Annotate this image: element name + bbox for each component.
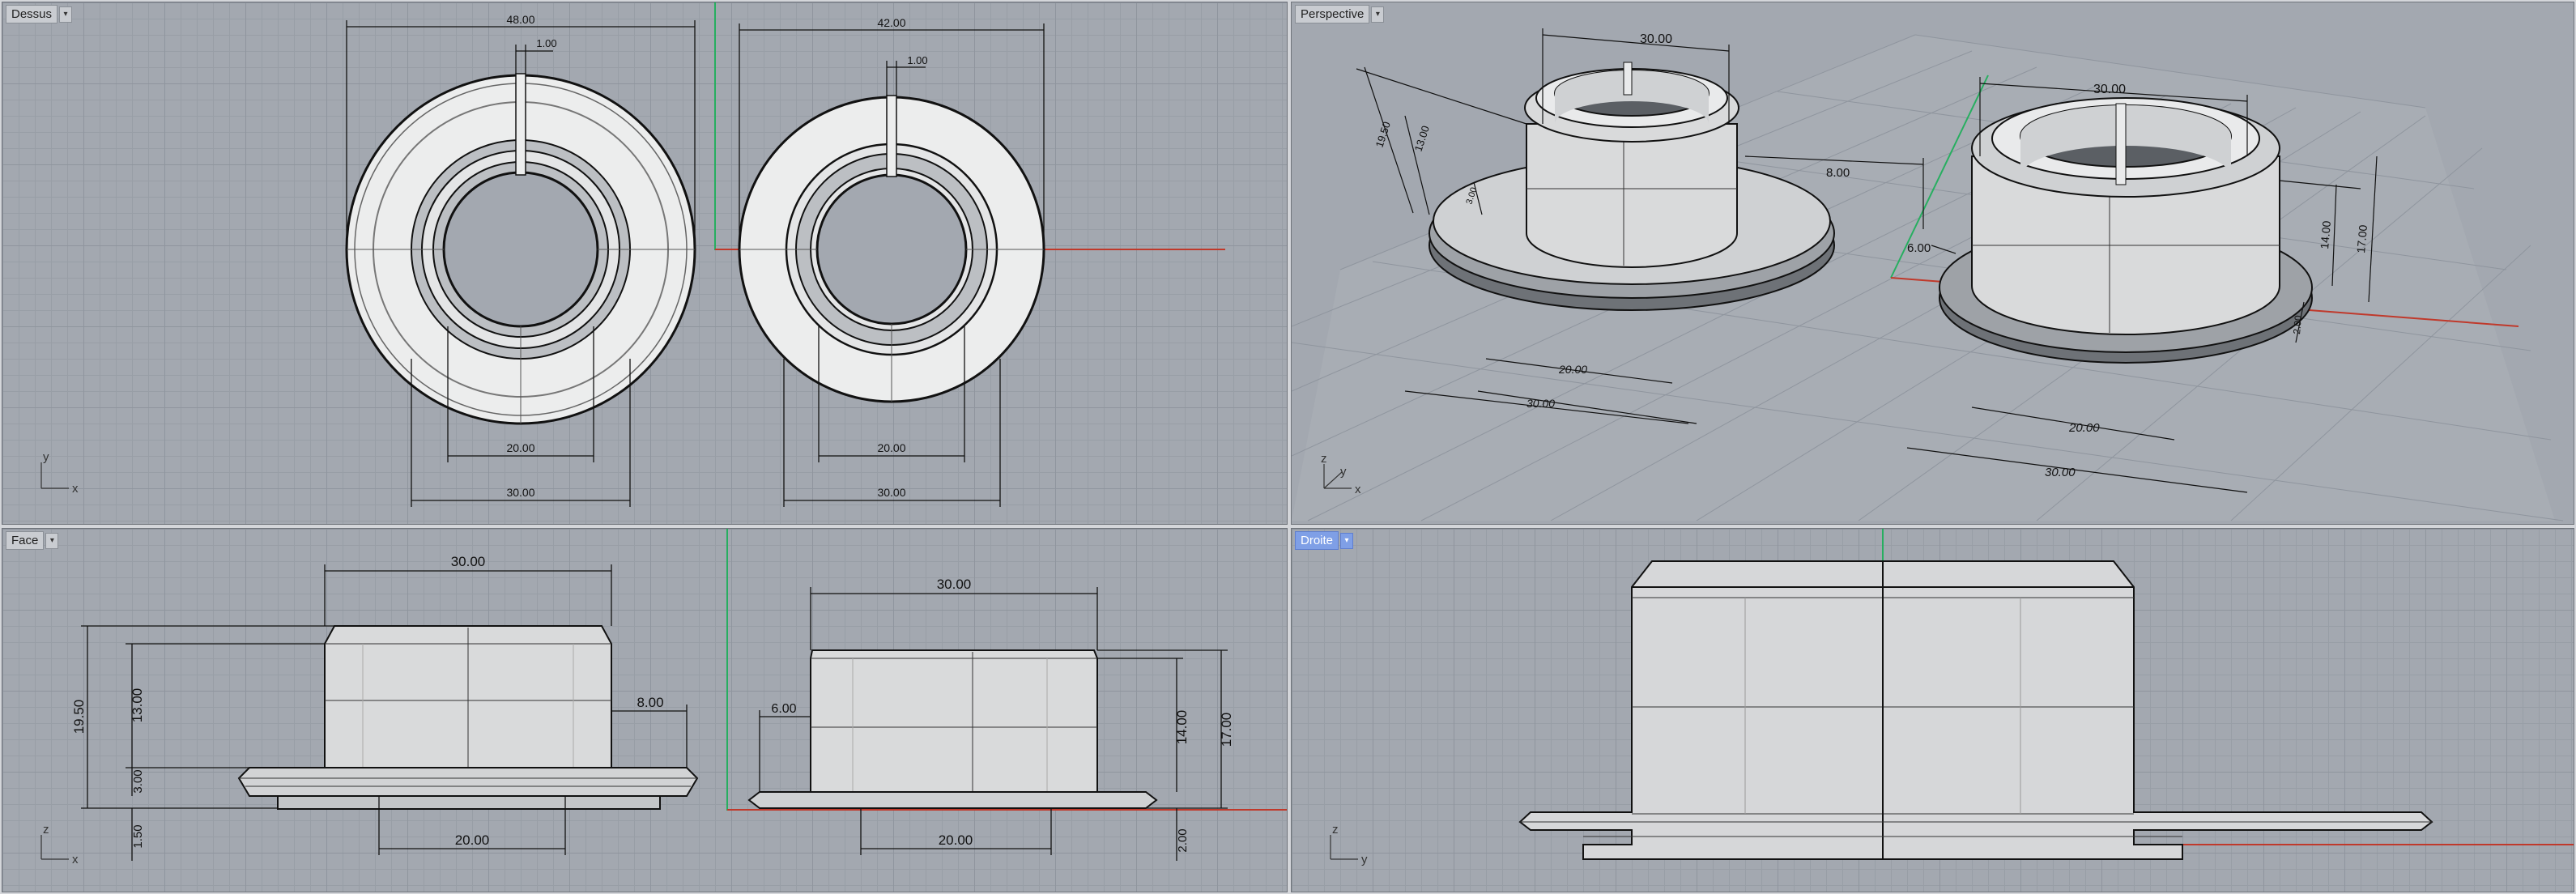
svg-text:y: y <box>43 450 49 464</box>
viewport-menu-arrow-icon[interactable]: ▾ <box>1371 6 1385 23</box>
fdim-h2-b: 17.00 <box>1219 713 1234 747</box>
pdim-top-b: 30.00 <box>2093 83 2126 96</box>
right-view-scene: z y <box>1330 529 2574 866</box>
svg-text:x: x <box>72 482 79 496</box>
fdim-h3-b: 2.00 <box>1176 828 1190 852</box>
viewport-perspective-title[interactable]: Perspective ▾ <box>1295 5 1385 23</box>
perspective-scene: 30.00 19.50 13.00 3.00 8.00 20.00 30.00 … <box>1292 28 2564 522</box>
viewport-top[interactable]: Dessus ▾ 48.00 1.00 42.00 1.00 20.00 30.… <box>2 2 1288 525</box>
viewport-menu-arrow-icon[interactable]: ▾ <box>45 532 59 549</box>
viewport-right[interactable]: Droite ▾ z y <box>1291 528 2574 892</box>
axis-gizmo: y x <box>40 450 79 496</box>
part-b-perspective[interactable] <box>1939 97 2313 364</box>
axis-gizmo: z y <box>1330 823 1368 866</box>
combined-parts-right[interactable] <box>1518 560 2433 860</box>
viewport-right-title[interactable]: Droite ▾ <box>1295 531 1354 550</box>
svg-text:y: y <box>1361 853 1368 866</box>
pdim-h3-b: 2.00 <box>2291 314 2304 334</box>
part-a-top[interactable] <box>345 73 696 425</box>
viewport-perspective[interactable]: Perspective ▾ 30.00 19.50 13.00 3.00 8.0… <box>1291 2 2574 525</box>
pdim-h2-a: 13.00 <box>1412 124 1432 153</box>
viewport-menu-arrow-icon[interactable]: ▾ <box>1340 532 1354 549</box>
dim-outer-b: 42.00 <box>877 16 905 29</box>
fdim-flange-a: 8.00 <box>637 695 663 710</box>
svg-text:z: z <box>1332 823 1339 837</box>
pdim-h2-b: 17.00 <box>2354 224 2369 254</box>
viewport-front-name[interactable]: Face <box>6 531 45 550</box>
pdim-flange-a: 8.00 <box>1826 166 1850 180</box>
dim-outer-a: 48.00 <box>506 13 534 26</box>
pdim-base-a: 30.00 <box>1526 397 1555 410</box>
part-b-top[interactable] <box>738 95 1045 403</box>
top-view-scene: 48.00 1.00 42.00 1.00 20.00 30.00 20.00 … <box>40 2 1225 507</box>
svg-text:z: z <box>43 823 49 837</box>
svg-text:x: x <box>72 853 79 866</box>
svg-text:x: x <box>1355 483 1361 496</box>
viewport-top-name[interactable]: Dessus <box>6 5 58 23</box>
pdim-flange-b: 6.00 <box>1907 241 1931 255</box>
fdim-base-b: 20.00 <box>939 832 973 848</box>
viewport-perspective-name[interactable]: Perspective <box>1295 5 1370 23</box>
pdim-top-a: 30.00 <box>1640 32 1672 46</box>
fdim-top-b: 30.00 <box>937 577 972 592</box>
pdim-inner-b: 20.00 <box>2068 421 2100 435</box>
dim-inner-b: 20.00 <box>877 441 905 454</box>
dim-base-a: 30.00 <box>506 486 534 499</box>
viewport-front[interactable]: Face ▾ 30.00 19.50 13.00 3.00 1.50 8.00 … <box>2 528 1288 892</box>
dim-base-b: 30.00 <box>877 486 905 499</box>
dim-inner-a: 20.00 <box>506 441 534 454</box>
viewport-right-name[interactable]: Droite <box>1295 531 1339 550</box>
dim-gap-b: 1.00 <box>907 54 927 66</box>
fdim-h-a: 19.50 <box>71 700 87 734</box>
fdim-h-b: 14.00 <box>1174 710 1190 745</box>
fdim-h3-a: 3.00 <box>131 769 145 793</box>
fdim-h4-a: 1.50 <box>131 824 145 848</box>
part-a-front[interactable] <box>237 625 699 810</box>
pdim-base-b: 30.00 <box>2045 466 2076 479</box>
fdim-base-a: 20.00 <box>455 832 490 848</box>
viewport-menu-arrow-icon[interactable]: ▾ <box>59 6 73 23</box>
viewport-top-title[interactable]: Dessus ▾ <box>6 5 73 23</box>
front-view-scene: 30.00 19.50 13.00 3.00 1.50 8.00 20.00 3… <box>40 529 1287 866</box>
part-b-front[interactable] <box>747 649 1158 809</box>
svg-text:z: z <box>1321 452 1327 466</box>
fdim-h2-a: 13.00 <box>130 688 145 723</box>
svg-text:y: y <box>1340 465 1347 479</box>
dim-gap-a: 1.00 <box>536 37 556 49</box>
axis-gizmo: z x <box>40 823 79 866</box>
viewport-front-title[interactable]: Face ▾ <box>6 531 59 550</box>
pdim-inner-a: 20.00 <box>1558 363 1587 376</box>
pdim-h-b: 14.00 <box>2318 220 2333 250</box>
fdim-flange-b: 6.00 <box>771 702 796 716</box>
fdim-top-a: 30.00 <box>451 554 486 569</box>
